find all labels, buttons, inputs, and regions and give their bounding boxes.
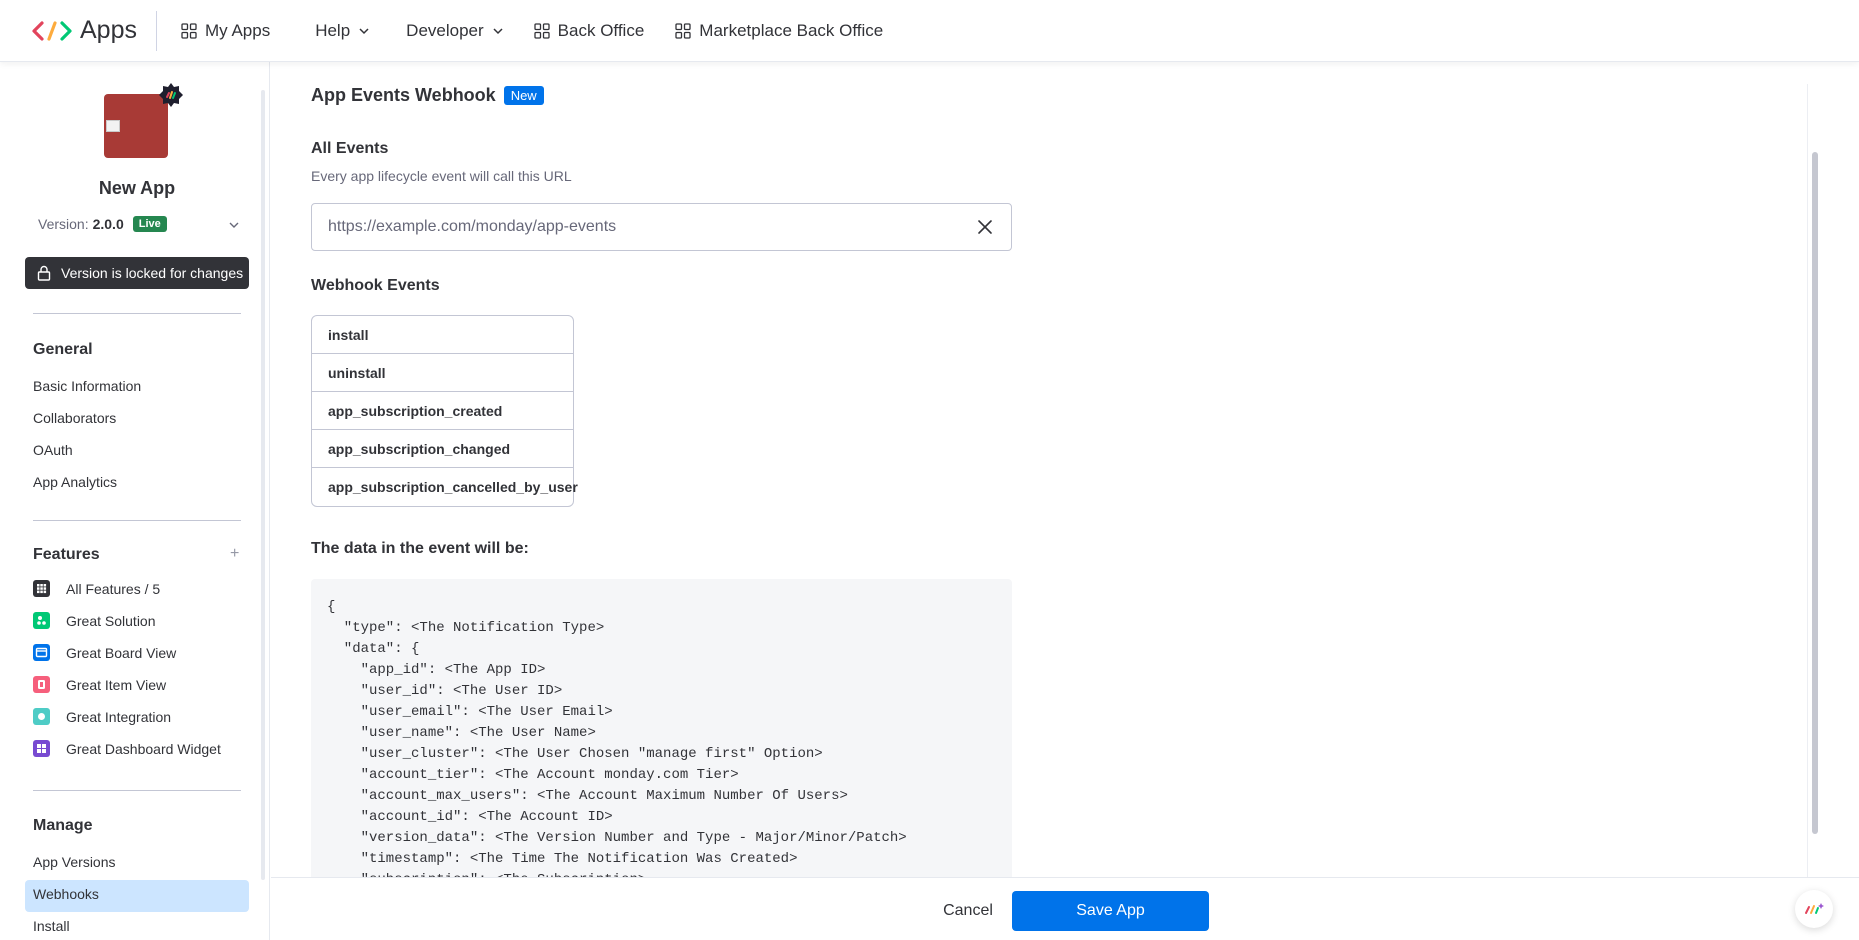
page-title-text: App Events Webhook: [311, 85, 496, 105]
nav-marketplace-back-office[interactable]: Marketplace Back Office: [675, 0, 883, 62]
nav-back-office-label: Back Office: [557, 20, 645, 40]
main-scrollbar[interactable]: [1812, 152, 1818, 834]
brand[interactable]: Apps: [0, 10, 157, 51]
webhooks-main-panel: App Events Webhook New All Events Every …: [271, 62, 1859, 940]
nav-my-apps[interactable]: My Apps: [181, 0, 270, 62]
sidebar-scrollbar[interactable]: [261, 90, 265, 880]
integration-icon: [33, 708, 50, 725]
sidebar-item-oauth[interactable]: OAuth: [33, 442, 73, 458]
sidebar-divider: [33, 313, 241, 314]
section-title-features: Features: [33, 546, 100, 563]
code-brackets-logo-icon: [32, 20, 72, 41]
event-data-label: The data in the event will be:: [311, 540, 529, 557]
sidebar-item-install[interactable]: Install: [33, 918, 70, 934]
sidebar-item-app-analytics[interactable]: App Analytics: [33, 474, 117, 490]
locked-text: Version is locked for changes: [61, 265, 244, 281]
sidebar-item-great-solution[interactable]: Great Solution: [33, 612, 156, 629]
sidebar-item-great-item-view[interactable]: Great Item View: [33, 676, 166, 693]
grid-apps-icon: [181, 22, 197, 39]
list-item: app_subscription_cancelled_by_user: [328, 479, 578, 495]
sidebar-divider: [33, 520, 241, 521]
webhook-events-list: install uninstall app_subscription_creat…: [311, 315, 578, 507]
version-dropdown-chevron-icon[interactable]: [228, 219, 240, 231]
list-item: install: [312, 316, 573, 354]
nav-help-label: Help: [315, 20, 351, 40]
new-badge: New: [503, 86, 544, 105]
list-item: uninstall: [312, 354, 573, 392]
sidebar-item-basic-information[interactable]: Basic Information: [33, 378, 141, 394]
grid-icon: [33, 580, 50, 597]
live-badge: Live: [132, 216, 167, 232]
solution-icon: [33, 612, 50, 629]
sidebar-item-great-integration[interactable]: Great Integration: [33, 708, 171, 725]
feature-label: Great Integration: [66, 708, 172, 725]
page-title: App Events Webhook New: [311, 85, 544, 106]
sidebar-item-webhooks[interactable]: Webhooks: [33, 886, 99, 902]
nav-marketplace-back-office-label: Marketplace Back Office: [699, 20, 884, 40]
broken-image-icon: [106, 120, 120, 132]
sidebar-item-great-board-view[interactable]: Great Board View: [33, 644, 176, 661]
feature-label: Great Dashboard Widget: [66, 740, 221, 757]
sidebar-item-app-versions[interactable]: App Versions: [33, 854, 116, 870]
all-events-label: All Events: [311, 140, 389, 157]
action-footer: Cancel Save App: [271, 877, 1859, 940]
nav-developer[interactable]: Developer: [406, 0, 504, 62]
sidebar-item-all-features[interactable]: All Features / 5: [33, 580, 160, 597]
list-item: app_subscription_created: [312, 392, 573, 430]
sidebar-divider: [33, 790, 241, 791]
add-feature-icon[interactable]: +: [230, 545, 239, 563]
webhook-url-input[interactable]: [311, 203, 1012, 251]
feature-label: Great Solution: [66, 612, 156, 629]
webhook-events-label: Webhook Events: [311, 277, 440, 294]
verified-badge-icon: [159, 83, 183, 107]
version-label: Version:: [38, 216, 89, 232]
list-item: app_subscription_changed: [312, 430, 573, 468]
chevron-down-icon: [359, 27, 369, 34]
item-view-icon: [33, 676, 50, 693]
nav-my-apps-label: My Apps: [205, 20, 271, 40]
nav-developer-label: Developer: [406, 20, 484, 40]
sidebar-item-great-dashboard-widget[interactable]: Great Dashboard Widget: [33, 740, 221, 757]
section-title-manage: Manage: [33, 817, 93, 834]
feature-label: Great Board View: [66, 644, 177, 661]
nav-back-office[interactable]: Back Office: [534, 0, 645, 62]
ai-assistant-button[interactable]: [1795, 890, 1833, 928]
version-info[interactable]: Version: 2.0.0 Live: [38, 216, 167, 232]
save-app-button[interactable]: Save App: [1012, 891, 1209, 931]
event-data-code: { "type": <The Notification Type> "data"…: [327, 599, 907, 888]
sidebar-item-collaborators[interactable]: Collaborators: [33, 410, 116, 426]
grid-apps-icon: [675, 22, 691, 39]
ai-assistant-icon: [1805, 903, 1824, 914]
dashboard-widget-icon: [33, 740, 50, 757]
feature-label: Great Item View: [66, 676, 167, 693]
app-sidebar: New App Version: 2.0.0 Live Version is l…: [0, 62, 270, 940]
brand-name: Apps: [80, 16, 137, 44]
app-name: New App: [98, 178, 176, 198]
grid-apps-icon: [534, 22, 550, 39]
section-title-general: General: [33, 341, 93, 358]
version-locked-banner: Version is locked for changes: [25, 257, 249, 289]
board-view-icon: [33, 644, 50, 661]
chevron-down-icon: [493, 27, 503, 34]
cancel-button[interactable]: Cancel: [920, 891, 1016, 931]
lock-icon: [37, 265, 51, 281]
top-navigation-bar: Apps My Apps Help Developer Back Office …: [0, 0, 1859, 62]
version-number: 2.0.0: [92, 216, 124, 232]
clear-input-icon[interactable]: [976, 218, 994, 236]
nav-help[interactable]: Help: [315, 0, 370, 62]
all-events-description: Every app lifecycle event will call this…: [311, 168, 572, 184]
feature-label: All Features / 5: [66, 580, 161, 597]
